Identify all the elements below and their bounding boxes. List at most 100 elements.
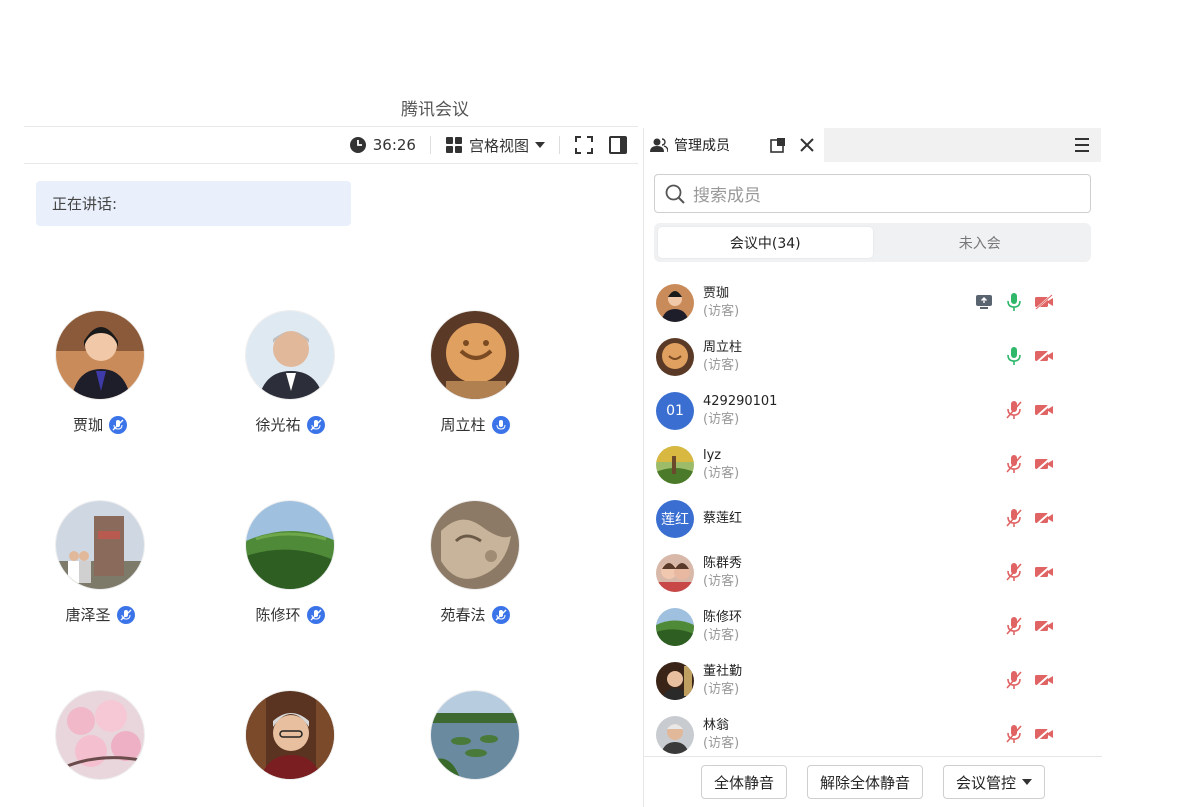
list-item[interactable]: 莲红 蔡莲红	[656, 494, 1090, 544]
mic-muted-icon[interactable]	[1004, 400, 1024, 420]
panel-tabbar: 管理成员	[644, 128, 1101, 162]
participant-name: 苑春法	[440, 606, 486, 624]
member-role: (访客)	[703, 574, 740, 589]
active-speaker-bar: 正在讲话:	[36, 181, 351, 226]
list-item[interactable]: 贾珈 (访客)	[656, 278, 1090, 328]
view-switch-button[interactable]: 宫格视图	[445, 135, 545, 156]
list-item[interactable]: 01 429290101 (访客)	[656, 386, 1090, 436]
camera-off-icon[interactable]	[1034, 400, 1054, 420]
toolbar-divider	[559, 136, 560, 154]
muted-mic-icon	[306, 415, 325, 434]
video-tile[interactable]: 陈修环	[215, 500, 365, 625]
caret-down-icon	[1022, 778, 1033, 786]
participant-name: 唐泽圣	[65, 606, 111, 624]
camera-off-icon[interactable]	[1034, 508, 1054, 528]
avatar	[55, 500, 145, 590]
sidebar-toggle-icon[interactable]	[608, 135, 628, 155]
meeting-control-label: 会议管控	[956, 773, 1017, 792]
mic-muted-icon[interactable]	[1004, 454, 1024, 474]
menu-icon[interactable]	[1073, 137, 1091, 153]
member-name: 周立柱	[703, 340, 743, 355]
list-item[interactable]: 陈修环 (访客)	[656, 602, 1090, 652]
member-name: lyz	[703, 448, 722, 463]
search-icon	[665, 184, 685, 204]
camera-off-icon[interactable]	[1034, 616, 1054, 636]
meeting-toolbar: 36:26 宫格视图	[24, 126, 638, 164]
mic-on-icon[interactable]	[1004, 346, 1024, 366]
video-tile[interactable]	[400, 690, 550, 794]
mute-all-button[interactable]: 全体静音	[700, 765, 787, 799]
avatar	[245, 310, 335, 400]
mic-muted-icon[interactable]	[1004, 562, 1024, 582]
member-name: 贾珈	[703, 286, 730, 301]
fullscreen-icon[interactable]	[574, 135, 594, 155]
camera-off-icon[interactable]	[1034, 724, 1054, 744]
avatar	[430, 500, 520, 590]
avatar: 莲红	[656, 500, 694, 538]
camera-off-icon[interactable]	[1034, 454, 1054, 474]
camera-off-icon[interactable]	[1034, 562, 1054, 582]
video-tile[interactable]: 苑春法	[400, 500, 550, 625]
tab-not-joined[interactable]: 未入会	[873, 227, 1088, 258]
unmute-all-button[interactable]: 解除全体静音	[806, 765, 923, 799]
member-role: (访客)	[703, 736, 740, 751]
video-tile[interactable]	[215, 690, 365, 794]
member-search-input[interactable]: 搜索成员	[654, 174, 1091, 213]
video-tile[interactable]: 周立柱	[400, 310, 550, 435]
video-tile[interactable]: 贾珈	[25, 310, 175, 435]
mic-muted-icon[interactable]	[1004, 724, 1024, 744]
participant-name: 陈修环	[255, 606, 301, 624]
panel-footer: 全体静音 解除全体静音 会议管控	[644, 756, 1102, 807]
camera-off-icon[interactable]	[1034, 292, 1054, 312]
video-tile[interactable]: 唐泽圣	[25, 500, 175, 625]
member-role: (访客)	[703, 304, 740, 319]
meeting-control-button[interactable]: 会议管控	[943, 765, 1046, 799]
tab-in-meeting[interactable]: 会议中(34)	[658, 227, 873, 258]
member-role: (访客)	[703, 412, 740, 427]
participant-name: 贾珈	[72, 416, 103, 434]
avatar	[656, 284, 694, 322]
close-icon[interactable]	[800, 138, 814, 152]
avatar	[656, 716, 694, 754]
list-item[interactable]: 陈群秀 (访客)	[656, 548, 1090, 598]
popout-icon[interactable]	[770, 137, 786, 153]
tab-label: 管理成员	[674, 138, 730, 154]
list-item[interactable]: 周立柱 (访客)	[656, 332, 1090, 382]
muted-mic-icon	[109, 415, 127, 434]
video-tile[interactable]	[25, 690, 175, 794]
list-item[interactable]: 董社勤 (访客)	[656, 656, 1090, 706]
avatar	[430, 690, 520, 780]
mic-on-icon[interactable]	[1004, 292, 1024, 312]
muted-mic-icon	[116, 605, 135, 624]
camera-off-icon[interactable]	[1034, 670, 1054, 690]
tab-manage-members[interactable]: 管理成员	[644, 128, 824, 162]
video-tile[interactable]: 徐光祐	[215, 310, 365, 435]
member-name: 陈群秀	[703, 556, 743, 571]
caret-down-icon	[535, 141, 545, 149]
list-item[interactable]: lyz (访客)	[656, 440, 1090, 490]
member-role: (访客)	[703, 466, 740, 481]
member-name: 林翁	[703, 718, 730, 733]
avatar	[656, 662, 694, 700]
tile-name-row: 周立柱	[400, 414, 550, 435]
avatar	[430, 310, 520, 400]
list-item[interactable]: 林翁 (访客)	[656, 710, 1090, 760]
participant-name: 徐光祐	[255, 416, 301, 434]
member-role: (访客)	[703, 358, 740, 373]
mic-muted-icon[interactable]	[1004, 670, 1024, 690]
search-placeholder: 搜索成员	[693, 186, 761, 206]
avatar	[656, 446, 694, 484]
camera-off-icon[interactable]	[1034, 346, 1054, 366]
member-role: (访客)	[703, 628, 740, 643]
view-label: 宫格视图	[468, 136, 529, 155]
mic-icon	[491, 415, 510, 434]
member-name: 蔡莲红	[703, 511, 743, 526]
speaking-label: 正在讲话:	[52, 195, 118, 213]
mic-muted-icon[interactable]	[1004, 616, 1024, 636]
window-title: 腾讯会议	[401, 100, 469, 120]
avatar	[245, 690, 335, 780]
mic-muted-icon[interactable]	[1004, 508, 1024, 528]
avatar	[656, 338, 694, 376]
participant-name: 周立柱	[440, 416, 486, 434]
avatar	[55, 310, 145, 400]
